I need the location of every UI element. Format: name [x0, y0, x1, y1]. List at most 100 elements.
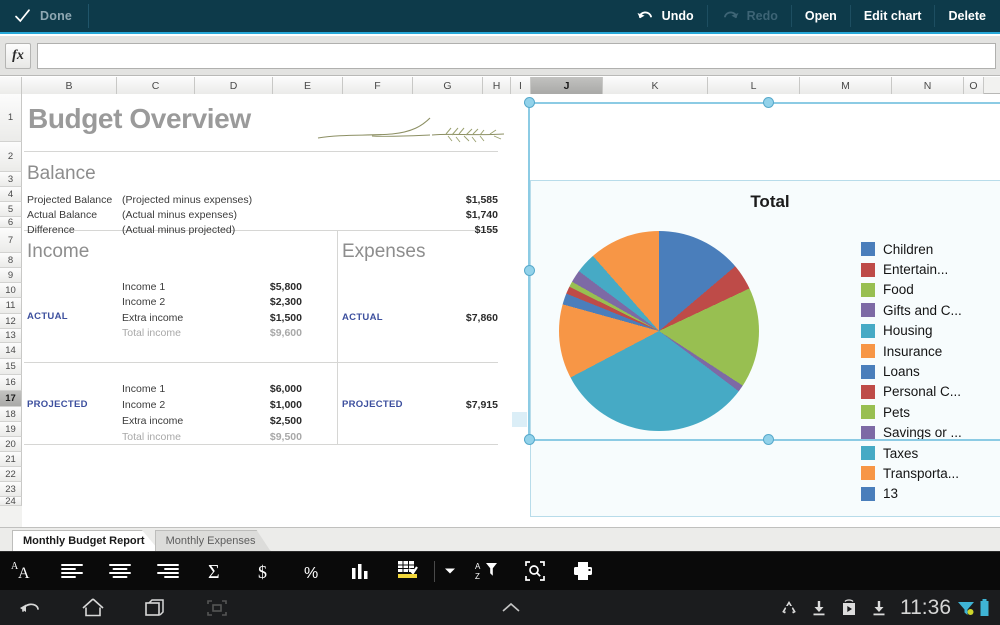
battery-icon[interactable] [976, 590, 992, 625]
selection-handle-top-center[interactable] [763, 97, 774, 108]
sheet-tab-active[interactable]: Monthly Budget Report [12, 530, 160, 551]
find-icon[interactable] [511, 552, 559, 591]
undo-arrow-icon [636, 8, 655, 24]
play-store-icon[interactable] [834, 590, 864, 625]
row-header-16[interactable]: 16 [0, 375, 22, 391]
row-header-20[interactable]: 20 [0, 437, 22, 452]
align-center-icon[interactable] [96, 552, 144, 591]
legend-label: Food [883, 282, 914, 298]
pie-chart-graphic [559, 231, 759, 431]
align-left-icon[interactable] [48, 552, 96, 591]
column-header-n[interactable]: N [892, 77, 964, 94]
print-icon[interactable] [559, 552, 607, 591]
select-all-corner[interactable] [0, 77, 22, 94]
row-header-12[interactable]: 12 [0, 314, 22, 329]
row-header-4[interactable]: 4 [0, 187, 22, 202]
column-header-e[interactable]: E [273, 77, 343, 94]
sum-sigma-icon[interactable]: Σ [192, 552, 240, 591]
font-size-icon[interactable]: AA [0, 552, 48, 591]
align-right-icon[interactable] [144, 552, 192, 591]
sheet-tab-inactive[interactable]: Monthly Expenses [154, 530, 271, 551]
status-icons: 11:36 [774, 590, 1000, 625]
row-header-3[interactable]: 3 [0, 172, 22, 187]
recent-apps-icon[interactable] [124, 590, 186, 625]
column-header-b[interactable]: B [22, 77, 117, 94]
row-header-7[interactable]: 7 [0, 228, 22, 253]
column-header-c[interactable]: C [117, 77, 195, 94]
legend-swatch-icon [861, 466, 875, 481]
row-header-9[interactable]: 9 [0, 268, 22, 283]
home-icon[interactable] [62, 590, 124, 625]
column-header-l[interactable]: L [708, 77, 800, 94]
expenses-projected-tag: PROJECTED [342, 399, 403, 410]
rule-expenses-divider [337, 231, 338, 444]
column-header-k[interactable]: K [603, 77, 708, 94]
row-header-5[interactable]: 5 [0, 202, 22, 217]
redo-button[interactable]: Redo [708, 5, 792, 27]
row-header-19[interactable]: 19 [0, 422, 22, 437]
row-header-17[interactable]: 17 [0, 391, 22, 407]
chevron-up-icon[interactable] [480, 590, 542, 625]
cell-fill-icon[interactable] [384, 552, 432, 591]
open-button[interactable]: Open [792, 5, 851, 27]
row-header-18[interactable]: 18 [0, 407, 22, 422]
insert-chart-icon[interactable] [336, 552, 384, 591]
redo-arrow-icon [721, 8, 740, 24]
pie-chart-object[interactable]: Total Children Entertain... Food Gifts and … [530, 180, 1000, 517]
sort-filter-icon[interactable]: A Z [463, 552, 511, 591]
income-line-value: $1,500 [269, 312, 302, 324]
row-header-11[interactable]: 11 [0, 298, 22, 314]
row-header-1[interactable]: 1 [0, 94, 22, 142]
column-header-g[interactable]: G [413, 77, 483, 94]
function-button[interactable]: fx [5, 42, 31, 69]
percent-icon[interactable]: % [288, 552, 336, 591]
expenses-projected-value: $7,915 [465, 399, 498, 411]
column-header-h[interactable]: H [483, 77, 511, 94]
income-line-value: $1,000 [269, 399, 302, 411]
row-header-21[interactable]: 21 [0, 452, 22, 467]
download-icon[interactable] [864, 590, 894, 625]
legend-item: 13 [861, 484, 962, 504]
income-line-label: Extra income [122, 312, 184, 324]
row-headers: 1 2 3 4 5 6 7 8 9 10 11 12 13 14 15 16 17 18 19 20 21 22 23 24 [0, 94, 22, 527]
row-header-2[interactable]: 2 [0, 142, 22, 172]
row-header-24[interactable]: 24 [0, 496, 22, 507]
wifi-icon[interactable] [956, 590, 976, 625]
row-header-8[interactable]: 8 [0, 253, 22, 268]
clock: 11:36 [900, 595, 951, 619]
column-header-i[interactable]: I [511, 77, 531, 94]
selection-nub[interactable] [512, 412, 527, 427]
selection-handle-bottom-center[interactable] [763, 434, 774, 445]
svg-text:Z: Z [475, 572, 480, 581]
svg-text:A: A [18, 565, 30, 582]
column-header-o[interactable]: O [964, 77, 984, 94]
row-header-6[interactable]: 6 [0, 217, 22, 228]
selection-handle-bottom-left[interactable] [524, 434, 535, 445]
edit-chart-button[interactable]: Edit chart [851, 5, 936, 27]
balance-row-note: (Projected minus expenses) [122, 194, 253, 206]
column-header-m[interactable]: M [800, 77, 892, 94]
row-header-13[interactable]: 13 [0, 329, 22, 343]
undo-button[interactable]: Undo [623, 5, 708, 27]
download-icon[interactable] [804, 590, 834, 625]
dropdown-caret-icon[interactable] [437, 552, 463, 591]
legend-label: Entertain... [883, 262, 949, 278]
row-header-14[interactable]: 14 [0, 343, 22, 359]
formula-input[interactable] [37, 42, 996, 69]
column-header-j[interactable]: J [531, 77, 603, 94]
selection-handle-top-left[interactable] [524, 97, 535, 108]
row-header-22[interactable]: 22 [0, 467, 22, 482]
screenshot-icon[interactable] [186, 590, 248, 625]
column-header-f[interactable]: F [343, 77, 413, 94]
column-header-d[interactable]: D [195, 77, 273, 94]
chart-edit-toolbar: Done Undo Redo Open Edit chart Delete [0, 0, 1000, 34]
sync-recycle-icon[interactable] [774, 590, 804, 625]
done-button[interactable]: Done [0, 0, 88, 33]
redo-label: Redo [746, 9, 778, 23]
currency-dollar-icon[interactable]: $ [240, 552, 288, 591]
row-header-10[interactable]: 10 [0, 283, 22, 298]
selection-handle-middle-left[interactable] [524, 265, 535, 276]
delete-button[interactable]: Delete [935, 5, 1000, 27]
back-arrow-icon[interactable] [0, 590, 62, 625]
row-header-15[interactable]: 15 [0, 359, 22, 375]
